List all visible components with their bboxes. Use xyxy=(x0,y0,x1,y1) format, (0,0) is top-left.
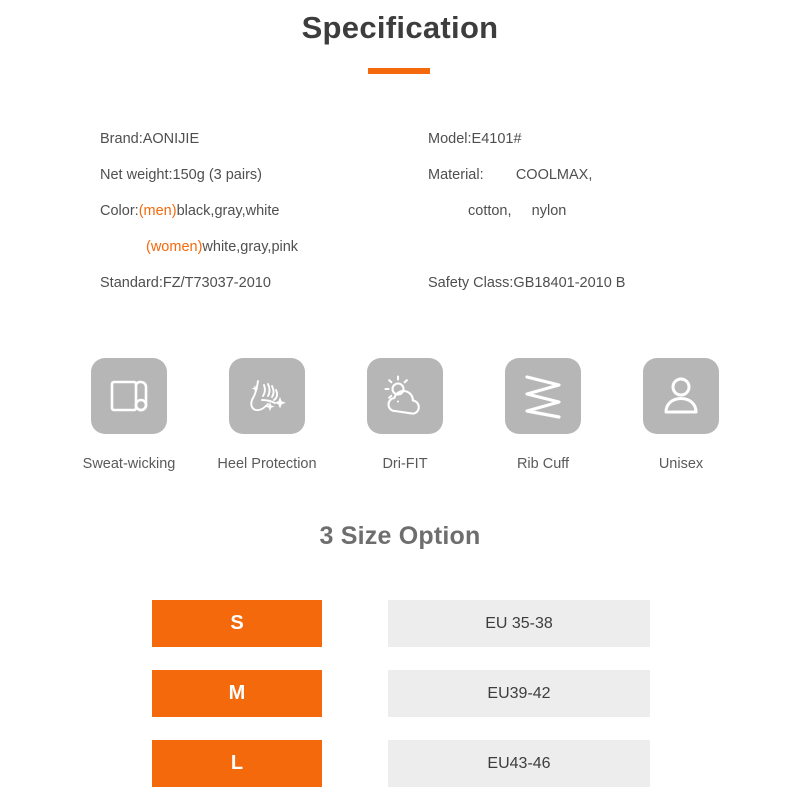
feature-label: Heel Protection xyxy=(217,456,317,472)
zigzag-rib-icon xyxy=(505,358,581,434)
page-title: Specification xyxy=(301,10,499,45)
foot-sparkle-icon xyxy=(229,358,305,434)
spec-color-women-tag: (women) xyxy=(146,239,203,255)
spec-color-prefix: Color: xyxy=(100,203,139,219)
size-value-m: EU39-42 xyxy=(388,670,650,717)
size-badge-m[interactable]: M xyxy=(152,670,322,717)
spec-brand: Brand:AONIJIE xyxy=(100,131,200,147)
size-value-s: EU 35-38 xyxy=(388,600,650,647)
spec-color-women-values: white,gray,pink xyxy=(202,239,299,255)
spec-net-weight: Net weight:150g (3 pairs) xyxy=(100,167,262,183)
spec-color-men: Color:(men)black,gray,white xyxy=(100,204,279,219)
specification-block: Brand:AONIJIE Net weight:150g (3 pairs) … xyxy=(0,128,800,308)
table-row: M EU39-42 xyxy=(0,670,800,717)
size-option-table: S EU 35-38 M EU39-42 L EU43-46 xyxy=(0,600,800,810)
person-icon xyxy=(643,358,719,434)
size-section-title: 3 Size Option xyxy=(319,522,481,550)
fabric-roll-icon xyxy=(91,358,167,434)
feature-label: Rib Cuff xyxy=(516,456,570,472)
size-badge-l[interactable]: L xyxy=(152,740,322,787)
size-value-l: EU43-46 xyxy=(388,740,650,787)
feature-item-unisex: Unisex xyxy=(612,358,750,472)
title-underline-accent xyxy=(368,68,430,74)
spec-material: Material: COOLMAX, xyxy=(428,167,593,183)
spec-color-men-tag: (men) xyxy=(138,203,177,219)
feature-item-dri-fit: Dri-FIT xyxy=(336,358,474,472)
spec-material-continued: cotton, nylon xyxy=(468,203,567,219)
feature-label: Unisex xyxy=(658,456,704,472)
spec-safety-class: Safety Class:GB18401-2010 B xyxy=(428,275,626,291)
spec-standard: Standard:FZ/T73037-2010 xyxy=(100,275,271,291)
sun-cloud-icon xyxy=(367,358,443,434)
feature-item-rib-cuff: Rib Cuff xyxy=(474,358,612,472)
feature-item-heel-protection: Heel Protection xyxy=(198,358,336,472)
feature-item-sweat-wicking: Sweat-wicking xyxy=(60,358,198,472)
table-row: S EU 35-38 xyxy=(0,600,800,647)
size-badge-s[interactable]: S xyxy=(152,600,322,647)
spec-model: Model:E4101# xyxy=(428,131,522,147)
spec-color-men-values: black,gray,white xyxy=(176,203,280,219)
table-row: L EU43-46 xyxy=(0,740,800,787)
spec-color-women: (women)white,gray,pink xyxy=(100,240,298,255)
feature-label: Sweat-wicking xyxy=(82,456,176,472)
feature-label: Dri-FIT xyxy=(382,456,428,472)
feature-list: Sweat-wicking Heel Protection Dri-FIT Ri… xyxy=(60,358,750,472)
